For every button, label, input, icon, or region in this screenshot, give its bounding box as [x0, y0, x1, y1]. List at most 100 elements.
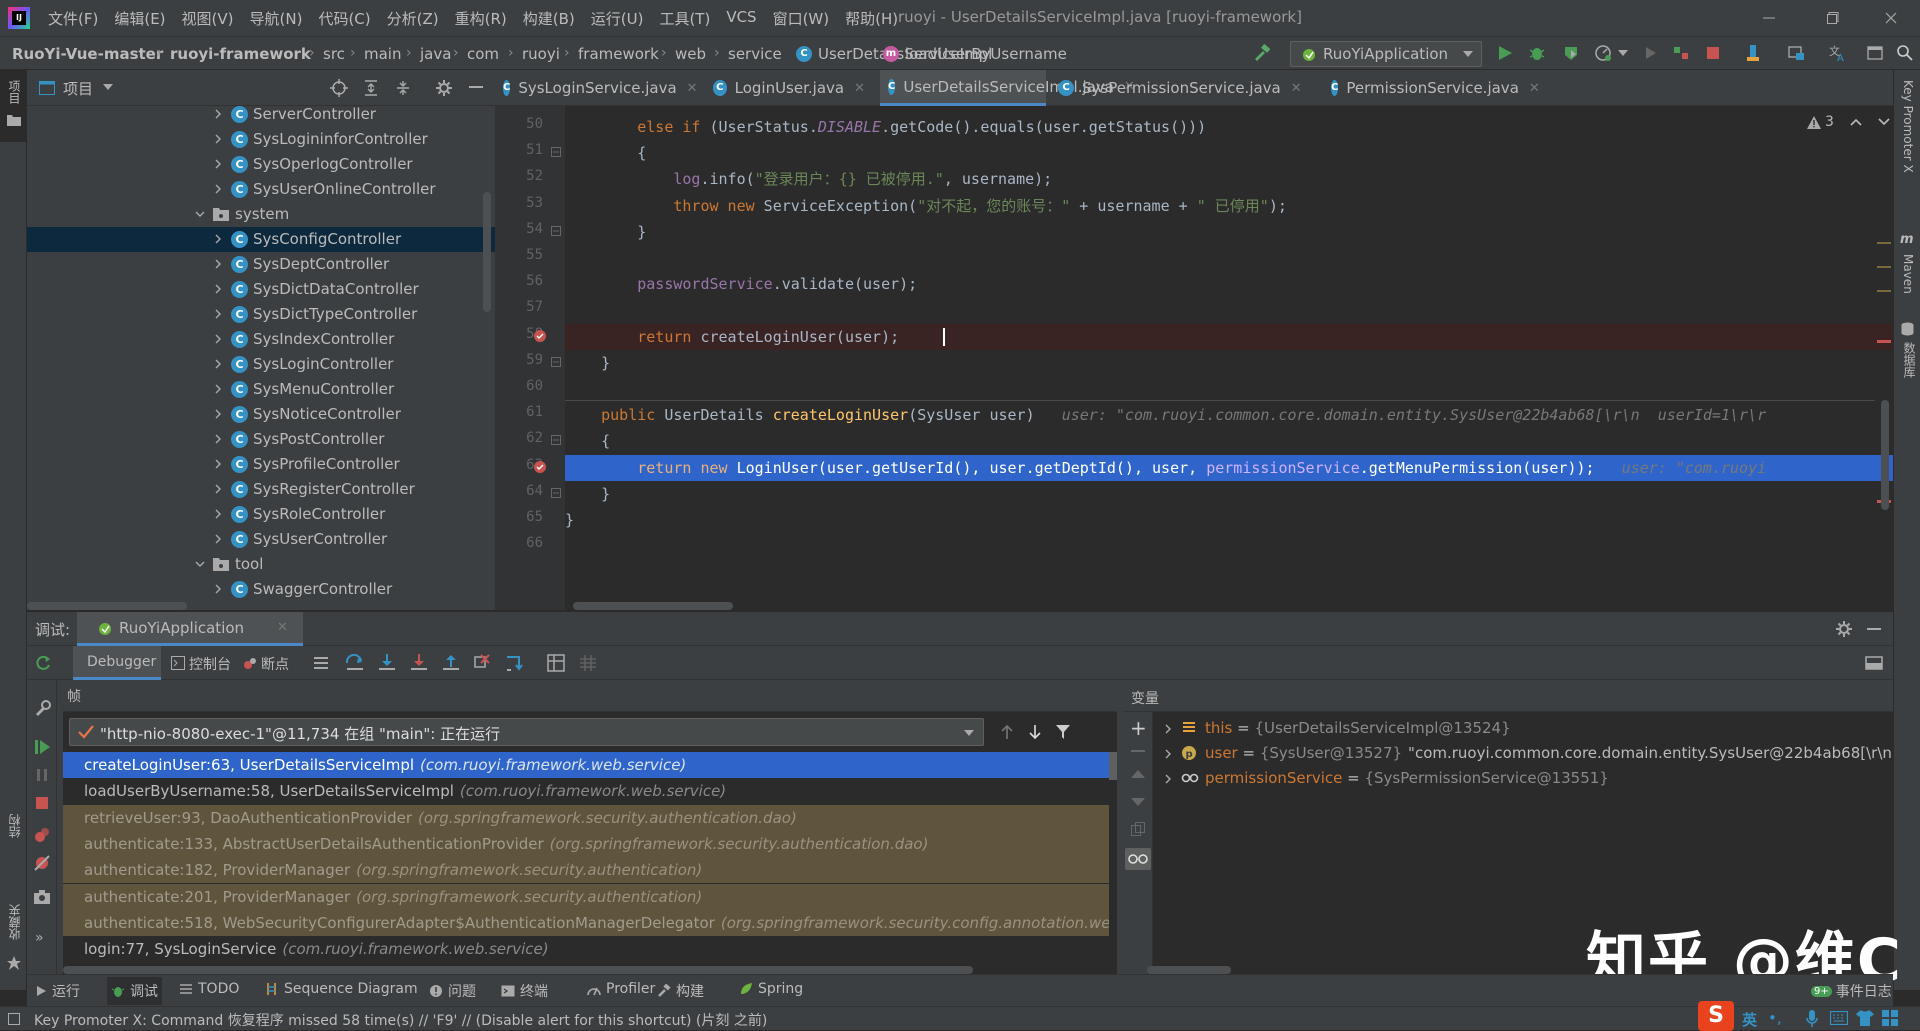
close-icon[interactable]: ✕	[854, 81, 865, 96]
code-line[interactable]: }	[565, 219, 1893, 245]
frame-list-scrollbar[interactable]	[1109, 752, 1117, 780]
chevron-right-icon[interactable]	[213, 434, 223, 444]
code-line[interactable]: }	[565, 350, 1893, 376]
menu-item[interactable]: 工具(T)	[651, 8, 718, 29]
tree-folder[interactable]: tool	[27, 552, 495, 577]
menu-item[interactable]: 帮助(H)	[837, 8, 906, 29]
code-area[interactable]: else if (UserStatus.DISABLE.getCode().eq…	[565, 106, 1893, 610]
stack-frame[interactable]: retrieveUser:93, DaoAuthenticationProvid…	[63, 804, 1109, 831]
code-line[interactable]: {	[565, 140, 1893, 166]
breadcrumb-item[interactable]: framework	[578, 45, 659, 63]
stack-frame[interactable]: authenticate:518, WebSecurityConfigurerA…	[63, 909, 1109, 936]
mute-breakpoints-icon[interactable]	[33, 854, 51, 872]
editor-tab[interactable]: C LoginUser.java ✕	[705, 70, 873, 106]
chevron-right-icon[interactable]	[213, 534, 223, 544]
ime-menu-icon[interactable]	[1882, 1010, 1898, 1026]
tree-item[interactable]: C SysProfileController	[27, 452, 495, 477]
filter-icon[interactable]	[1055, 724, 1071, 740]
run-config-selector[interactable]: RuoYiApplication	[1290, 41, 1482, 67]
expand-all-icon[interactable]	[362, 79, 380, 97]
structure-tool-button[interactable]: 结构	[0, 810, 27, 870]
resume-icon[interactable]	[33, 738, 51, 756]
show-frames-icon[interactable]	[313, 655, 329, 671]
layout-settings-icon[interactable]	[1865, 655, 1883, 673]
ime-language[interactable]: 英	[1742, 1009, 1757, 1030]
menu-item[interactable]: VCS	[718, 8, 764, 29]
drop-frame-icon[interactable]	[473, 653, 493, 673]
stack-frame[interactable]: authenticate:201, ProviderManager (org.sp…	[63, 883, 1109, 910]
stop-icon[interactable]	[1704, 44, 1722, 62]
fold-icon[interactable]	[551, 356, 561, 367]
status-message[interactable]: Key Promoter X: Command 恢复程序 missed 58 t…	[34, 1010, 767, 1030]
chevron-right-icon[interactable]	[213, 359, 223, 369]
breadcrumb-item[interactable]: RuoYi-Vue-master	[12, 45, 163, 63]
chevron-right-icon[interactable]	[213, 259, 223, 269]
chevron-right-icon[interactable]	[213, 334, 223, 344]
menu-item[interactable]: 导航(N)	[242, 8, 311, 29]
error-stripe-mark[interactable]	[1877, 242, 1891, 244]
settings-wrench-icon[interactable]	[33, 700, 51, 718]
project-panel-title[interactable]: 项目	[63, 78, 93, 99]
tree-item[interactable]: C SysConfigController	[27, 227, 495, 252]
tree-item[interactable]: C SysIndexController	[27, 327, 495, 352]
fold-icon[interactable]	[551, 147, 561, 158]
menu-item[interactable]: 视图(V)	[174, 8, 242, 29]
code-line[interactable]: {	[565, 428, 1893, 454]
debug-config-tab[interactable]: RuoYiApplication ✕	[77, 612, 303, 646]
add-watch-icon[interactable]: +	[1130, 718, 1147, 738]
variable-row[interactable]: permissionService = {SysPermissionServic…	[1153, 766, 1893, 791]
editor-tab[interactable]: C SysPermissionService.java ✕	[1050, 70, 1315, 106]
code-line[interactable]	[565, 533, 1893, 559]
close-icon[interactable]: ✕	[1529, 81, 1540, 96]
chevron-right-icon[interactable]	[213, 309, 223, 319]
chevron-right-icon[interactable]	[213, 459, 223, 469]
frame-list-hscrollbar[interactable]	[63, 966, 973, 974]
move-down-icon[interactable]	[1131, 798, 1145, 806]
profiler-icon[interactable]	[1594, 44, 1612, 62]
chevron-right-icon[interactable]	[213, 109, 223, 119]
code-line[interactable]: }	[565, 507, 1893, 533]
build-hammer-icon[interactable]	[1252, 43, 1272, 63]
chevron-right-icon[interactable]	[213, 584, 223, 594]
locate-icon[interactable]	[330, 79, 348, 97]
breadcrumb-item[interactable]: com	[467, 45, 499, 63]
inspection-widget[interactable]: 3	[1807, 114, 1890, 130]
editor-hscrollbar[interactable]	[573, 602, 733, 610]
code-line[interactable]: else if (UserStatus.DISABLE.getCode().eq…	[565, 114, 1893, 140]
profiler-tab[interactable]: Profiler	[587, 981, 655, 997]
evaluate-expression-icon[interactable]	[547, 654, 565, 672]
step-into-icon[interactable]	[377, 653, 397, 673]
key-promoter-tool-button[interactable]: Key Promoter X	[1894, 80, 1920, 220]
tree-item[interactable]: C SysLogininforController	[27, 127, 495, 152]
search-icon[interactable]	[1896, 44, 1914, 62]
build-tab[interactable]: 构建	[657, 981, 704, 1001]
tree-item[interactable]: C SysOperlogController	[27, 152, 495, 177]
tree-item[interactable]: C SysDeptController	[27, 252, 495, 277]
tab-breakpoints[interactable]: 断点	[239, 646, 299, 680]
tree-item[interactable]: C SysLoginController	[27, 352, 495, 377]
code-line[interactable]: throw new ServiceException("对不起，您的账号：" +…	[565, 193, 1893, 219]
database-tool-button[interactable]: 数据库	[1894, 320, 1920, 400]
keyboard-icon[interactable]	[1830, 1011, 1848, 1025]
menu-item[interactable]: 编辑(E)	[106, 8, 173, 29]
prev-highlight-icon[interactable]	[1850, 118, 1862, 126]
editor-vscrollbar[interactable]	[1881, 400, 1889, 510]
vcs-update-icon[interactable]	[1744, 44, 1762, 62]
code-line[interactable]	[565, 376, 1893, 402]
editor-tab[interactable]: C SysLoginService.java ✕	[495, 70, 698, 106]
coverage-icon[interactable]	[1562, 44, 1580, 62]
chevron-right-icon[interactable]	[213, 284, 223, 294]
sequence-diagram-tab[interactable]: Sequence Diagram	[265, 981, 418, 997]
maven-tool-button[interactable]: m Maven	[1894, 230, 1920, 310]
frame-down-icon[interactable]	[1028, 724, 1042, 740]
chevron-right-icon[interactable]	[213, 484, 223, 494]
run-icon[interactable]	[1496, 44, 1514, 62]
fold-icon[interactable]	[551, 435, 561, 446]
view-breakpoints-icon[interactable]	[33, 826, 51, 844]
tree-item[interactable]: C SysRoleController	[27, 502, 495, 527]
stop-icon[interactable]	[33, 794, 51, 812]
breadcrumb-item[interactable]: web	[675, 45, 706, 63]
tab-debugger[interactable]: Debugger	[73, 646, 161, 680]
code-line[interactable]: }	[565, 481, 1893, 507]
next-highlight-icon[interactable]	[1878, 118, 1890, 126]
